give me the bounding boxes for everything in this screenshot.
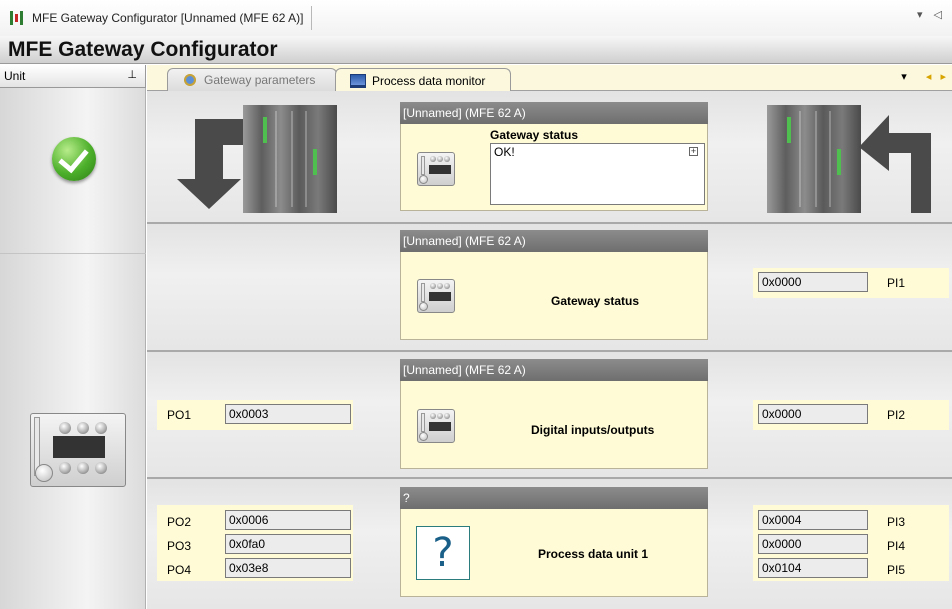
gateway-status-data-row: [Unnamed] (MFE 62 A) Gateway status 0x00… [147, 224, 952, 352]
gateway-status-panel: [Unnamed] (MFE 62 A) Gateway status OK! … [400, 102, 708, 211]
unit-panel-divider [0, 253, 146, 254]
document-tab[interactable]: MFE Gateway Configurator [Unnamed (MFE 6… [6, 6, 313, 30]
tab-next-icon[interactable]: ▸ [940, 71, 946, 83]
process-data-unit-row: PO2 0x0006 PO3 0x0fa0 PO4 0x03e8 ? ? Pro… [147, 479, 952, 609]
gateway-status-row: [Unnamed] (MFE 62 A) Gateway status OK! … [147, 91, 952, 224]
expand-icon[interactable]: + [689, 147, 698, 156]
tab-controls: ▾ ◂ ▸ [901, 70, 946, 83]
monitor-icon [350, 73, 366, 88]
gateway-module-icon [417, 279, 455, 313]
unknown-device-icon: ? [416, 526, 470, 580]
gateway-status-text[interactable]: OK! + [490, 143, 705, 205]
gateway-module-icon [417, 409, 455, 443]
gateway-status-data-panel: [Unnamed] (MFE 62 A) Gateway status [400, 230, 708, 340]
panel-header: [Unnamed] (MFE 62 A) [400, 102, 708, 124]
unit-panel [0, 88, 146, 609]
digital-io-row: PO1 0x0003 [Unnamed] (MFE 62 A) Digital … [147, 352, 952, 479]
po-label: PO4 [167, 563, 192, 577]
unit-panel-header: Unit ⊥ [0, 65, 146, 88]
pi-value-field[interactable]: 0x0104 [758, 558, 868, 578]
arrow-down-icon [177, 119, 247, 209]
gateway-module-icon [417, 152, 455, 186]
process-data-unit-panel: ? ? Process data unit 1 [400, 487, 708, 597]
po-label: PO1 [167, 408, 192, 422]
status-text: OK! [494, 145, 515, 159]
panel-title: Digital inputs/outputs [531, 423, 655, 437]
po-value-field[interactable]: 0x0fa0 [225, 534, 351, 554]
pi-label: PI2 [887, 408, 906, 422]
status-ok-icon [52, 137, 96, 181]
pin-icon[interactable]: ⊥ [127, 68, 137, 81]
tab-list-dropdown-icon[interactable]: ▾ [901, 71, 907, 83]
pi-value-field[interactable]: 0x0004 [758, 510, 868, 530]
po-value-field[interactable]: 0x03e8 [225, 558, 351, 578]
tab-gateway-parameters[interactable]: Gateway parameters [167, 68, 337, 91]
panel-header: ? [400, 487, 708, 509]
tab-strip: Gateway parameters Process data monitor … [147, 65, 952, 92]
pi-group: 0x0004 PI3 0x0000 PI4 0x0104 PI5 [753, 505, 949, 581]
document-tab-label: MFE Gateway Configurator [Unnamed (MFE 6… [32, 11, 304, 25]
panel-title: Gateway status [490, 128, 579, 142]
window-controls[interactable]: ▾ ◁ [917, 8, 946, 21]
gear-icon [182, 73, 198, 87]
po-label: PO2 [167, 515, 192, 529]
plc-rack-image [243, 105, 337, 213]
pi-group: 0x0000 PI2 [753, 400, 949, 430]
pi-label: PI3 [887, 515, 906, 529]
app-icon [10, 11, 26, 25]
panel-header: [Unnamed] (MFE 62 A) [400, 230, 708, 252]
po-value-field[interactable]: 0x0003 [225, 404, 351, 424]
process-data-monitor: [Unnamed] (MFE 62 A) Gateway status OK! … [147, 91, 952, 609]
pi-value-field[interactable]: 0x0000 [758, 404, 868, 424]
tab-process-data-monitor[interactable]: Process data monitor [335, 68, 511, 92]
panel-title: Gateway status [551, 294, 640, 308]
panel-title: Process data unit 1 [538, 547, 649, 561]
po-value-field[interactable]: 0x0006 [225, 510, 351, 530]
unit-label: Unit [4, 69, 26, 83]
pi-group: 0x0000 PI1 [753, 268, 949, 298]
po-group: PO1 0x0003 [157, 400, 353, 430]
po-label: PO3 [167, 539, 192, 553]
pi-label: PI1 [887, 276, 906, 290]
panel-header: [Unnamed] (MFE 62 A) [400, 359, 708, 381]
gateway-unit-icon[interactable] [30, 413, 126, 487]
pi-value-field[interactable]: 0x0000 [758, 272, 868, 292]
arrow-up-icon [859, 115, 931, 213]
plc-rack-image [767, 105, 861, 213]
tab-label: Gateway parameters [204, 73, 316, 87]
digital-io-panel: [Unnamed] (MFE 62 A) Digital inputs/outp… [400, 359, 708, 469]
pi-label: PI5 [887, 563, 906, 577]
app-title: MFE Gateway Configurator [8, 38, 278, 61]
title-bar: MFE Gateway Configurator [Unnamed (MFE 6… [0, 0, 952, 36]
tab-prev-icon[interactable]: ◂ [926, 71, 932, 83]
po-group: PO2 0x0006 PO3 0x0fa0 PO4 0x03e8 [157, 505, 353, 581]
app-header: MFE Gateway Configurator [0, 36, 952, 64]
tab-label: Process data monitor [372, 73, 486, 88]
pi-label: PI4 [887, 539, 906, 553]
pi-value-field[interactable]: 0x0000 [758, 534, 868, 554]
